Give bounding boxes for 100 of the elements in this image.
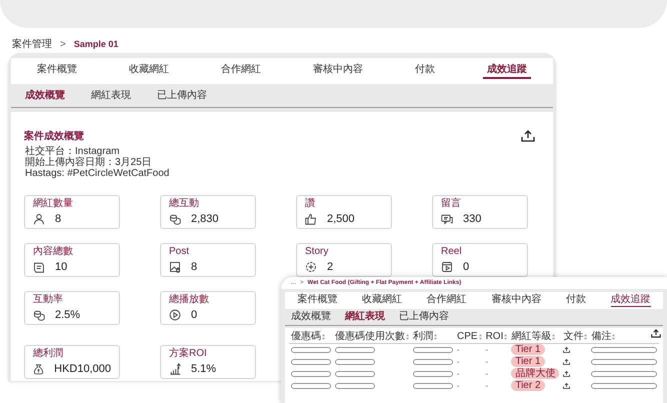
stat-label: Post xyxy=(169,246,190,258)
input-field[interactable] xyxy=(413,359,453,365)
stat-value: 0 xyxy=(191,308,198,322)
column-header: 優惠碼使用次數 xyxy=(335,331,405,342)
video-icon xyxy=(441,261,453,273)
input-field[interactable] xyxy=(335,347,375,353)
tab[interactable]: 審核中內容 xyxy=(491,294,542,307)
tab[interactable]: 付款 xyxy=(566,294,586,307)
stat-label: 總互動 xyxy=(169,198,200,210)
tab[interactable]: 付款 xyxy=(411,63,439,79)
stat-label: 留言 xyxy=(441,198,462,210)
money-bag-icon xyxy=(33,363,44,375)
document-icon xyxy=(33,261,45,273)
subtab[interactable]: 已上傳內容 xyxy=(157,88,207,103)
export-icon[interactable] xyxy=(521,130,535,142)
input-field[interactable] xyxy=(291,371,331,377)
tab[interactable]: 案件概覽 xyxy=(33,63,81,79)
stat-value: 8 xyxy=(191,260,198,274)
sort-icon[interactable] xyxy=(434,334,437,340)
subtab[interactable]: 成效概覽 xyxy=(291,311,331,323)
input-field[interactable] xyxy=(413,383,453,389)
stat-label: Reel xyxy=(441,246,463,258)
input-field[interactable] xyxy=(591,383,658,389)
stat-value: 5.1% xyxy=(191,362,216,376)
stat-label: 互動率 xyxy=(33,294,64,306)
subtab[interactable]: 已上傳內容 xyxy=(399,311,449,323)
input-field[interactable] xyxy=(335,359,375,365)
column-header: 優惠碼 xyxy=(291,331,321,342)
stat-value: HKD10,000 xyxy=(54,362,111,376)
tab[interactable]: 成效追蹤 xyxy=(610,294,651,307)
input-field[interactable] xyxy=(335,383,375,389)
input-field[interactable] xyxy=(335,371,375,377)
export-icon[interactable] xyxy=(651,329,661,338)
sort-icon[interactable] xyxy=(322,334,325,340)
stat-value: 2,500 xyxy=(327,212,355,226)
upload-icon[interactable] xyxy=(563,383,570,389)
input-field[interactable] xyxy=(591,371,658,377)
tab[interactable]: 審核中內容 xyxy=(309,63,367,79)
image-icon xyxy=(169,261,181,273)
input-field[interactable] xyxy=(413,371,453,377)
stat-label: 總利潤 xyxy=(33,348,64,360)
stat-value: 330 xyxy=(463,212,482,226)
tier-tag: Tier 1 xyxy=(511,356,545,367)
stat-label: 總播放數 xyxy=(169,294,210,306)
person-icon xyxy=(33,213,45,225)
breadcrumb-link[interactable]: 案件管理 xyxy=(12,37,52,52)
tab[interactable]: 收藏網紅 xyxy=(125,63,173,79)
input-field[interactable] xyxy=(591,347,658,353)
stat-label: Story xyxy=(305,246,330,258)
upload-icon[interactable] xyxy=(563,347,570,353)
stat-value: 2.5% xyxy=(55,308,80,322)
input-field[interactable] xyxy=(291,347,331,353)
tab[interactable]: 合作網紅 xyxy=(217,63,265,79)
tab[interactable]: 案件概覽 xyxy=(297,294,338,307)
coins-icon xyxy=(169,213,181,225)
chat-icon xyxy=(441,213,453,225)
column-header: 備注 xyxy=(591,331,612,342)
subtab[interactable]: 成效概覽 xyxy=(25,88,65,103)
input-field[interactable] xyxy=(413,347,453,353)
stat-label: 方案ROI xyxy=(169,348,208,360)
upload-icon[interactable] xyxy=(563,371,570,377)
subtab[interactable]: 網紅表現 xyxy=(91,88,131,103)
info-text: Hastags: #PetCircleWetCatFood xyxy=(24,168,170,179)
growth-chart-icon xyxy=(169,363,181,375)
stat-label: 讚 xyxy=(305,198,316,210)
stat-value: 8 xyxy=(55,212,62,226)
column-header: 文件 xyxy=(563,331,584,342)
input-field[interactable] xyxy=(591,359,658,365)
stat-value: 10 xyxy=(55,260,68,274)
stat-label: 網紅數量 xyxy=(33,198,74,210)
sort-icon[interactable] xyxy=(584,334,588,340)
tier-tag: 品牌大使 xyxy=(511,368,560,379)
stat-label: 內容總數 xyxy=(33,246,74,258)
column-header: 網紅等級 xyxy=(511,331,552,342)
play-icon xyxy=(169,309,181,321)
info-text: 社交平台：Instagram xyxy=(24,146,120,157)
breadcrumb-current: Sample 01 xyxy=(74,38,118,51)
stat-value: 0 xyxy=(463,260,470,274)
sort-icon[interactable] xyxy=(612,334,616,340)
column-header: 利潤 xyxy=(413,331,433,342)
tier-tag: Tier 1 xyxy=(511,344,545,355)
column-header: ROI xyxy=(486,331,504,342)
sort-icon[interactable] xyxy=(406,334,409,340)
sort-icon[interactable] xyxy=(504,334,508,340)
info-text: 開始上傳內容日期：3月25日 xyxy=(24,157,153,168)
section-title: 案件成效概覽 xyxy=(24,130,84,144)
upload-icon[interactable] xyxy=(563,359,570,365)
stat-value: 2,830 xyxy=(191,212,219,226)
thumbs-up-icon xyxy=(305,213,317,225)
tab[interactable]: 合作網紅 xyxy=(426,294,467,307)
sort-icon[interactable] xyxy=(478,334,482,340)
tab[interactable]: 成效追蹤 xyxy=(483,63,531,79)
coins-icon xyxy=(33,309,45,321)
tab[interactable]: 收藏網紅 xyxy=(362,294,402,307)
input-field[interactable] xyxy=(291,383,331,389)
story-add-icon xyxy=(305,261,317,273)
input-field[interactable] xyxy=(291,359,331,365)
stat-value: 2 xyxy=(327,260,334,274)
tier-tag: Tier 2 xyxy=(511,380,545,391)
subtab[interactable]: 網紅表現 xyxy=(345,311,385,323)
